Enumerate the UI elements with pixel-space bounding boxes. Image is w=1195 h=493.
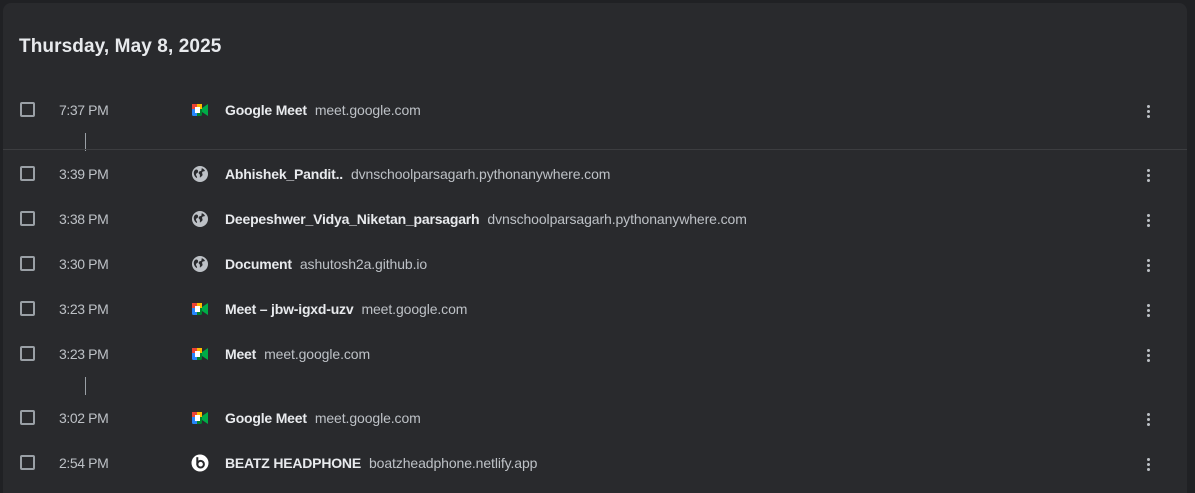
page-title: Deepeshwer_Vidya_Niketan_parsagarh [225, 211, 480, 227]
beats-icon [191, 454, 209, 472]
row-checkbox[interactable] [20, 102, 35, 117]
row-checkbox[interactable] [20, 346, 35, 361]
history-link[interactable]: Document ashutosh2a.github.io [225, 255, 427, 273]
page-domain: ashutosh2a.github.io [299, 256, 428, 272]
visit-time: 3:02 PM [59, 410, 109, 426]
page-title: Meet [225, 346, 257, 362]
visit-time: 3:39 PM [59, 166, 109, 182]
visit-time: 2:54 PM [59, 455, 109, 471]
more-actions-button[interactable] [1139, 408, 1159, 430]
row-checkbox[interactable] [20, 211, 35, 226]
history-link[interactable]: Meet meet.google.com [225, 345, 370, 363]
row-checkbox[interactable] [20, 256, 35, 271]
page-domain: meet.google.com [361, 301, 468, 317]
page-domain: meet.google.com [314, 410, 421, 426]
date-header: Thursday, May 8, 2025 [19, 36, 222, 57]
page-domain: dvnschoolparsagarh.pythonanywhere.com [487, 211, 747, 227]
history-link[interactable]: Google Meet meet.google.com [225, 101, 421, 119]
divider [3, 149, 1187, 150]
page-title: Document [225, 256, 292, 272]
row-checkbox[interactable] [20, 410, 35, 425]
visit-time: 3:23 PM [59, 301, 109, 317]
visit-time: 3:30 PM [59, 256, 109, 272]
more-actions-button[interactable] [1139, 344, 1159, 366]
history-row[interactable]: 3:23 PM Meet – jbw-igxd-uzv meet.google.c… [3, 291, 1187, 331]
google-meet-icon [191, 409, 209, 427]
more-actions-button[interactable] [1139, 164, 1159, 186]
page-domain: meet.google.com [264, 346, 371, 362]
globe-icon [191, 210, 209, 228]
history-row[interactable]: 3:38 PM Deepeshwer_Vidya_Niketan_parsaga… [3, 201, 1187, 241]
more-actions-button[interactable] [1139, 299, 1159, 321]
google-meet-icon [191, 101, 209, 119]
more-actions-button[interactable] [1139, 100, 1159, 122]
history-row[interactable]: 3:02 PM Google Meet meet.google.com [3, 400, 1187, 440]
history-link[interactable]: Deepeshwer_Vidya_Niketan_parsagarh dvnsch… [225, 210, 747, 228]
history-row[interactable]: 3:39 PM Abhishek_Pandit.. dvnschoolparsag… [3, 156, 1187, 196]
page-title: BEATZ HEADPHONE [225, 455, 361, 471]
row-checkbox[interactable] [20, 166, 35, 181]
page-title: Meet – jbw-igxd-uzv [225, 301, 354, 317]
more-actions-button[interactable] [1139, 209, 1159, 231]
row-checkbox[interactable] [20, 455, 35, 470]
row-checkbox[interactable] [20, 301, 35, 316]
visit-time: 3:23 PM [59, 346, 109, 362]
history-link[interactable]: BEATZ HEADPHONE boatzheadphone.netlify.ap… [225, 454, 537, 472]
page-domain: dvnschoolparsagarh.pythonanywhere.com [350, 166, 611, 182]
google-meet-icon [191, 345, 209, 363]
page-title: Google Meet [225, 102, 307, 118]
history-link[interactable]: Google Meet meet.google.com [225, 409, 421, 427]
history-row[interactable]: 3:30 PM Document ashutosh2a.github.io [3, 246, 1187, 286]
globe-icon [191, 165, 209, 183]
more-actions-button[interactable] [1139, 254, 1159, 276]
history-card: Thursday, May 8, 2025 7:37 PM Google Mee… [3, 3, 1187, 493]
page-title: Abhishek_Pandit.. [225, 166, 343, 182]
more-actions-button[interactable] [1139, 453, 1159, 475]
google-meet-icon [191, 300, 209, 318]
history-row[interactable]: 2:54 PM BEATZ HEADPHONE boatzheadphone.ne… [3, 445, 1187, 485]
visit-time: 3:38 PM [59, 211, 109, 227]
history-row[interactable]: 7:37 PM Google Meet meet.google.com [3, 92, 1187, 132]
time-gap-line [85, 377, 86, 395]
page-domain: boatzheadphone.netlify.app [368, 455, 538, 471]
history-link[interactable]: Abhishek_Pandit.. dvnschoolparsagarh.pyth… [225, 165, 610, 183]
globe-icon [191, 255, 209, 273]
history-row[interactable]: 3:23 PM Meet meet.google.com [3, 336, 1187, 376]
page-title: Google Meet [225, 410, 307, 426]
history-link[interactable]: Meet – jbw-igxd-uzv meet.google.com [225, 300, 467, 318]
page-domain: meet.google.com [314, 102, 421, 118]
visit-time: 7:37 PM [59, 102, 109, 118]
